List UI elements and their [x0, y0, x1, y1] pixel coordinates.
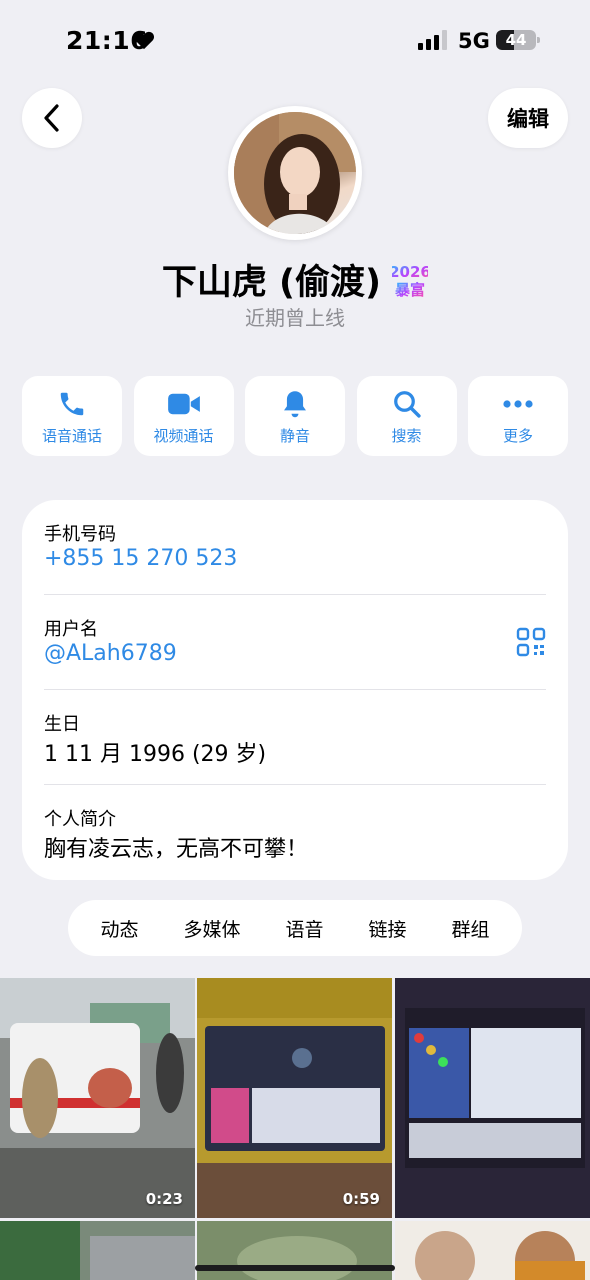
info-card: 手机号码 +855 15 270 523 用户名 @ALah6789 生日 1 …: [22, 500, 568, 880]
media-tile[interactable]: [197, 1221, 392, 1280]
emoji-status-badge[interactable]: 2026 暴富: [392, 261, 428, 299]
bell-icon: [284, 390, 306, 417]
signal-icon: [418, 30, 447, 50]
profile-name: 下山虎 (偷渡): [161, 263, 382, 303]
home-indicator: [195, 1265, 395, 1271]
username-label: 用户名: [44, 619, 98, 640]
video-icon: [167, 393, 200, 414]
media-tile[interactable]: [0, 1221, 195, 1280]
profile-status: 近期曾上线: [245, 306, 345, 330]
username-row[interactable]: 用户名 @ALah6789: [44, 595, 546, 690]
tab-posts[interactable]: 动态: [100, 915, 138, 942]
media-tile[interactable]: 0:23: [0, 978, 195, 1218]
heart-icon: [133, 31, 155, 50]
tab-voice[interactable]: 语音: [285, 915, 323, 942]
action-label: 视频通话: [153, 426, 214, 445]
media-tile[interactable]: [395, 1221, 590, 1280]
video-duration: 0:59: [342, 1190, 380, 1208]
bio-value: 胸有凌云志，无高不可攀！: [44, 837, 309, 862]
media-tile[interactable]: 0:59: [197, 978, 392, 1218]
profile-name-row: 下山虎 (偷渡) 2026 暴富: [0, 254, 590, 305]
status-bar: 21:16 5G 44: [0, 0, 590, 80]
more-icon: [503, 399, 533, 408]
phone-icon: [60, 392, 84, 415]
mute-button[interactable]: 静音: [245, 376, 345, 456]
edit-button[interactable]: 编辑: [488, 88, 568, 148]
phone-row[interactable]: 手机号码 +855 15 270 523: [44, 500, 546, 595]
battery-icon: 44: [496, 30, 540, 50]
tab-media[interactable]: 多媒体: [183, 915, 240, 942]
action-label: 搜索: [391, 426, 422, 445]
battery-level: 44: [505, 31, 527, 49]
more-button[interactable]: 更多: [468, 376, 568, 456]
video-call-button[interactable]: 视频通话: [133, 376, 234, 456]
back-button[interactable]: [22, 88, 82, 148]
voice-call-button[interactable]: 语音通话: [22, 376, 122, 456]
action-label: 语音通话: [41, 426, 102, 445]
birthday-label: 生日: [44, 714, 80, 735]
phone-label: 手机号码: [44, 524, 116, 545]
badge-year: 2026: [392, 263, 428, 281]
tab-links[interactable]: 链接: [368, 915, 406, 942]
action-bar: 语音通话 视频通话 静音 搜索 更多: [22, 376, 568, 456]
network-label: 5G: [458, 29, 490, 53]
username-value[interactable]: @ALah6789: [44, 641, 177, 666]
bio-label: 个人简介: [44, 809, 116, 830]
chevron-left-icon: [44, 104, 59, 132]
birthday-row: 生日 1 11 月 1996 (29 岁): [44, 690, 546, 785]
birthday-value: 1 11 月 1996 (29 岁): [44, 742, 267, 767]
badge-text: 暴富: [395, 281, 425, 299]
media-grid: 0:23 0:59: [0, 978, 590, 1280]
bio-row: 个人简介 胸有凌云志，无高不可攀！: [44, 785, 546, 880]
tab-groups[interactable]: 群组: [451, 915, 489, 942]
search-button[interactable]: 搜索: [356, 376, 457, 456]
video-duration: 0:23: [145, 1190, 183, 1208]
phone-value[interactable]: +855 15 270 523: [44, 546, 237, 571]
action-label: 静音: [279, 426, 310, 445]
qr-code-icon[interactable]: [516, 627, 546, 657]
search-icon: [393, 390, 421, 418]
avatar[interactable]: [228, 106, 362, 240]
action-label: 更多: [502, 426, 533, 445]
media-tabs: 动态 多媒体 语音 链接 群组: [68, 900, 522, 956]
media-tile[interactable]: [395, 978, 590, 1218]
avatar-photo: [234, 112, 356, 234]
